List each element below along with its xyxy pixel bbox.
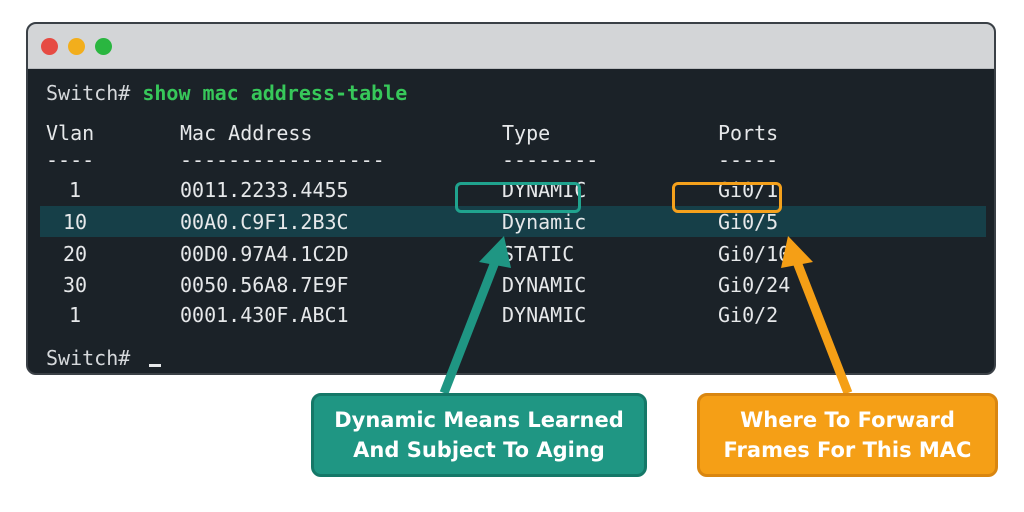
row-vlan: 1 <box>68 178 82 202</box>
row-mac: 00D0.97A4.1C2D <box>180 242 349 266</box>
row-vlan: 30 <box>62 273 88 297</box>
port-highlight-box <box>672 182 782 213</box>
row-type: STATIC <box>502 242 575 266</box>
minimize-window-button[interactable] <box>68 38 85 55</box>
row-mac: 0050.56A8.7E9F <box>180 273 349 297</box>
port-callout: Where To Forward Frames For This MAC <box>697 393 998 477</box>
command-text: show mac address-table <box>142 81 408 105</box>
port-callout-line2: Frames For This MAC <box>723 438 972 462</box>
header-ports: Ports <box>718 121 779 145</box>
command-line: Switch# show mac address-table <box>46 81 407 105</box>
type-callout-line2: And Subject To Aging <box>353 438 605 462</box>
terminal-cursor <box>149 364 161 367</box>
port-callout-line1: Where To Forward <box>740 408 955 432</box>
row-type: Dynamic <box>502 210 587 234</box>
final-prompt: Switch# <box>46 346 131 370</box>
terminal-output[interactable]: Switch# show mac address-table Vlan Mac … <box>28 68 994 373</box>
close-window-button[interactable] <box>41 38 58 55</box>
row-port: Gi0/5 <box>718 210 779 234</box>
separator-mac: ----------------- <box>180 148 385 172</box>
separator-type: -------- <box>502 148 599 172</box>
type-callout: Dynamic Means Learned And Subject To Agi… <box>311 393 647 477</box>
maximize-window-button[interactable] <box>95 38 112 55</box>
row-vlan: 1 <box>68 303 82 327</box>
row-type: DYNAMIC <box>502 303 587 327</box>
row-mac: 0011.2233.4455 <box>180 178 349 202</box>
row-port: Gi0/24 <box>718 273 791 297</box>
row-vlan: 20 <box>62 242 88 266</box>
row-mac: 00A0.C9F1.2B3C <box>180 210 349 234</box>
command-prompt: Switch# <box>46 81 131 105</box>
type-callout-line1: Dynamic Means Learned <box>334 408 624 432</box>
separator-ports: ----- <box>718 148 779 172</box>
separator-vlan: ---- <box>46 148 95 172</box>
window-titlebar <box>28 24 994 69</box>
row-port: Gi0/2 <box>718 303 779 327</box>
header-type: Type <box>502 121 551 145</box>
row-mac: 0001.430F.ABC1 <box>180 303 349 327</box>
row-port: Gi0/10 <box>718 242 791 266</box>
header-mac: Mac Address <box>180 121 313 145</box>
row-type: DYNAMIC <box>502 273 587 297</box>
row-vlan: 10 <box>62 210 88 234</box>
type-highlight-box <box>455 182 581 213</box>
header-vlan: Vlan <box>46 121 95 145</box>
